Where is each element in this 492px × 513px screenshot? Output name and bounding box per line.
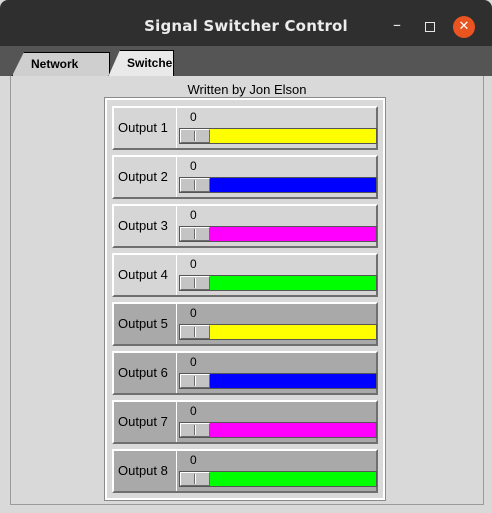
output-slider[interactable] (179, 373, 377, 389)
output-row-2: Output 2 0 (112, 155, 378, 199)
output-slider[interactable] (179, 324, 377, 340)
output-slider[interactable] (179, 422, 377, 438)
slider-handle[interactable] (180, 325, 210, 339)
output-row-3: Output 3 0 (112, 204, 378, 248)
output-row-6: Output 6 0 (112, 351, 378, 395)
slider-handle[interactable] (180, 227, 210, 241)
slider-handle[interactable] (180, 178, 210, 192)
output-value: 0 (190, 159, 197, 173)
slider-handle[interactable] (180, 374, 210, 388)
title-bar: Signal Switcher Control – ✕ (0, 0, 492, 46)
close-icon[interactable]: ✕ (453, 16, 475, 38)
output-label: Output 6 (118, 365, 168, 380)
tab-switcher[interactable]: Switcher (108, 50, 174, 77)
tab-bar: Network Setup Switcher (0, 46, 492, 77)
output-label: Output 4 (118, 267, 168, 282)
output-label: Output 8 (118, 463, 168, 478)
switcher-panel: Written by Jon Elson Output 1 0 Output 2… (10, 76, 484, 505)
output-row-5: Output 5 0 (112, 302, 378, 346)
output-value: 0 (190, 110, 197, 124)
slider-handle[interactable] (180, 423, 210, 437)
tab-network-setup[interactable]: Network Setup (12, 52, 110, 76)
output-row-7: Output 7 0 (112, 400, 378, 444)
output-slider[interactable] (179, 275, 377, 291)
slider-handle[interactable] (180, 472, 210, 486)
output-label: Output 1 (118, 120, 168, 135)
slider-handle[interactable] (180, 129, 210, 143)
minimize-icon[interactable]: – (386, 16, 408, 38)
output-slider[interactable] (179, 177, 377, 193)
output-label: Output 5 (118, 316, 168, 331)
slider-handle[interactable] (180, 276, 210, 290)
output-label: Output 7 (118, 414, 168, 429)
output-slider[interactable] (179, 471, 377, 487)
output-value: 0 (190, 208, 197, 222)
output-value: 0 (190, 404, 197, 418)
maximize-icon[interactable] (419, 16, 441, 38)
output-value: 0 (190, 355, 197, 369)
output-slider[interactable] (179, 226, 377, 242)
output-row-8: Output 8 0 (112, 449, 378, 493)
output-label: Output 2 (118, 169, 168, 184)
output-row-4: Output 4 0 (112, 253, 378, 297)
outputs-frame: Output 1 0 Output 2 0 Output 3 0 Output … (104, 97, 386, 501)
output-label: Output 3 (118, 218, 168, 233)
output-slider[interactable] (179, 128, 377, 144)
output-value: 0 (190, 257, 197, 271)
output-row-1: Output 1 0 (112, 106, 378, 150)
author-label: Written by Jon Elson (187, 82, 307, 97)
output-value: 0 (190, 453, 197, 467)
output-value: 0 (190, 306, 197, 320)
